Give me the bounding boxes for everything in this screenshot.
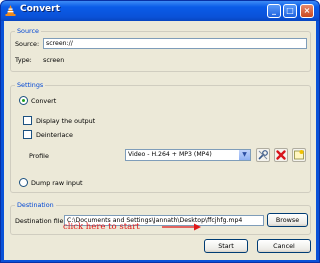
minimize-button[interactable]: _ [267, 4, 281, 18]
new-profile-button[interactable] [292, 148, 306, 162]
convert-window: Convert _ □ × Source Source: screen:// T… [0, 0, 320, 263]
browse-button[interactable]: Browse [267, 213, 308, 227]
start-button[interactable]: Start [204, 239, 248, 253]
cancel-button[interactable]: Cancel [257, 239, 311, 253]
delete-profile-button[interactable] [274, 148, 288, 162]
convert-radio[interactable] [19, 96, 28, 105]
edit-profile-button[interactable] [256, 148, 270, 162]
deinterlace-label: Deinterlace [36, 131, 73, 139]
profile-label: Profile [29, 152, 49, 160]
destination-file-label: Destination file: [15, 217, 66, 225]
type-value: screen [43, 56, 65, 64]
dialog-body: Source Source: screen:// Type: screen Se… [4, 21, 316, 260]
type-label: Type: [15, 56, 32, 64]
source-group: Source Source: screen:// Type: screen [10, 27, 311, 72]
destination-group-title: Destination [15, 201, 56, 209]
chevron-down-icon[interactable]: ▼ [239, 150, 250, 160]
source-group-title: Source [15, 27, 41, 35]
new-profile-icon [294, 150, 304, 160]
source-label: Source: [15, 40, 40, 48]
window-title: Convert [20, 4, 60, 14]
display-output-checkbox[interactable] [23, 116, 32, 125]
wrench-icon [258, 150, 268, 160]
display-output-label: Display the output [36, 117, 96, 125]
title-bar[interactable]: Convert _ □ × [1, 1, 319, 21]
annotation-arrow-icon [162, 223, 201, 231]
profile-select[interactable]: Video - H.264 + MP3 (MP4) ▼ [125, 149, 251, 161]
settings-group: Settings Convert Display the output Dein… [10, 81, 311, 193]
convert-label: Convert [31, 97, 57, 105]
delete-icon [276, 150, 286, 160]
profile-select-value: Video - H.264 + MP3 (MP4) [128, 151, 212, 158]
deinterlace-checkbox[interactable] [23, 130, 32, 139]
dump-raw-radio[interactable] [19, 178, 28, 187]
source-input[interactable]: screen:// [43, 38, 307, 49]
settings-group-title: Settings [15, 81, 46, 89]
dump-raw-label: Dump raw input [31, 179, 83, 187]
maximize-button[interactable]: □ [283, 4, 297, 18]
start-annotation-text: click here to start [63, 222, 140, 232]
close-button[interactable]: × [300, 4, 314, 18]
vlc-cone-icon [5, 5, 16, 16]
